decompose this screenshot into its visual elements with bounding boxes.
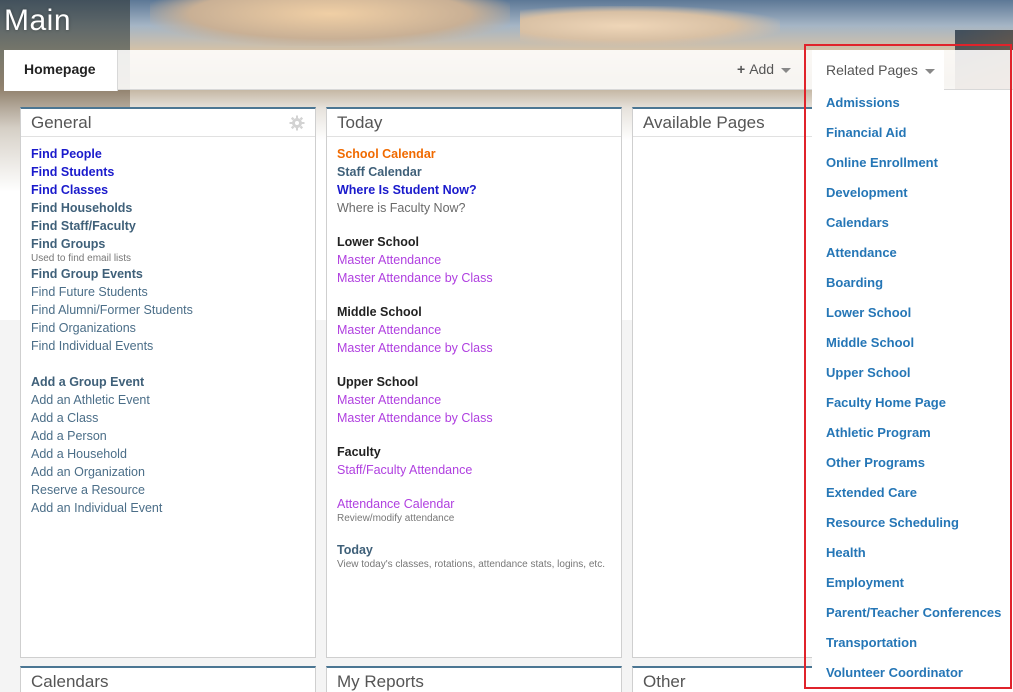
menu-item-lower-school[interactable]: Lower School — [826, 305, 911, 320]
find-classes-link[interactable]: Find Classes — [31, 181, 305, 199]
find-group-events-link[interactable]: Find Group Events — [31, 265, 305, 283]
find-groups-link[interactable]: Find Groups — [31, 235, 305, 253]
related-pages-menu: Admissions Financial Aid Online Enrollme… — [812, 90, 1013, 692]
menu-item-middle-school[interactable]: Middle School — [826, 335, 914, 350]
lower-attendance-by-class-link[interactable]: Master Attendance by Class — [337, 269, 611, 287]
menu-item-athletic-program[interactable]: Athletic Program — [826, 425, 931, 440]
upper-attendance-by-class-link[interactable]: Master Attendance by Class — [337, 409, 611, 427]
menu-item-resource-scheduling[interactable]: Resource Scheduling — [826, 515, 959, 530]
panel-title: Today — [327, 109, 621, 137]
gear-icon[interactable] — [289, 115, 305, 131]
general-panel: General Find People Find Students Find C… — [20, 107, 316, 658]
plus-icon: + — [737, 61, 746, 77]
today-link[interactable]: Today — [337, 541, 611, 559]
menu-item-extended-care[interactable]: Extended Care — [826, 485, 917, 500]
where-is-faculty-link[interactable]: Where is Faculty Now? — [337, 199, 611, 217]
upper-school-heading: Upper School — [337, 375, 419, 389]
find-staff-faculty-link[interactable]: Find Staff/Faculty — [31, 217, 305, 235]
faculty-heading: Faculty — [337, 445, 381, 459]
menu-item-health[interactable]: Health — [826, 545, 866, 560]
menu-item-parent-teacher-conferences[interactable]: Parent/Teacher Conferences — [826, 605, 1001, 620]
related-pages-label: Related Pages — [826, 62, 918, 78]
find-people-link[interactable]: Find People — [31, 145, 305, 163]
attendance-calendar-note: Review/modify attendance — [337, 513, 455, 524]
menu-item-calendars[interactable]: Calendars — [826, 215, 889, 230]
staff-faculty-attendance-link[interactable]: Staff/Faculty Attendance — [337, 461, 611, 479]
chevron-down-icon — [781, 67, 792, 73]
menu-item-employment[interactable]: Employment — [826, 575, 904, 590]
lower-school-heading: Lower School — [337, 235, 419, 249]
staff-calendar-link[interactable]: Staff Calendar — [337, 163, 611, 181]
add-person-link[interactable]: Add a Person — [31, 427, 305, 445]
menu-item-online-enrollment[interactable]: Online Enrollment — [826, 155, 938, 170]
find-households-link[interactable]: Find Households — [31, 199, 305, 217]
find-organizations-link[interactable]: Find Organizations — [31, 319, 305, 337]
panel-title: General — [21, 109, 315, 137]
my-reports-panel: My Reports — [326, 666, 622, 692]
panel-title: Calendars — [21, 668, 315, 692]
menu-item-volunteer-coordinator[interactable]: Volunteer Coordinator — [826, 665, 963, 680]
menu-item-financial-aid[interactable]: Financial Aid — [826, 125, 906, 140]
page-title: Main — [4, 4, 72, 37]
add-class-link[interactable]: Add a Class — [31, 409, 305, 427]
menu-item-faculty-home-page[interactable]: Faculty Home Page — [826, 395, 946, 410]
add-button[interactable]: + Add — [737, 61, 792, 77]
add-athletic-event-link[interactable]: Add an Athletic Event — [31, 391, 305, 409]
reserve-resource-link[interactable]: Reserve a Resource — [31, 481, 305, 499]
menu-item-other-programs[interactable]: Other Programs — [826, 455, 925, 470]
school-calendar-link[interactable]: School Calendar — [337, 145, 611, 163]
banner-cloud — [520, 6, 780, 46]
upper-master-attendance-link[interactable]: Master Attendance — [337, 391, 611, 409]
menu-item-development[interactable]: Development — [826, 185, 908, 200]
where-is-student-link[interactable]: Where Is Student Now? — [337, 181, 611, 199]
tab-homepage[interactable]: Homepage — [4, 50, 118, 91]
find-future-students-link[interactable]: Find Future Students — [31, 283, 305, 301]
find-individual-events-link[interactable]: Find Individual Events — [31, 337, 305, 355]
panel-title: My Reports — [327, 668, 621, 692]
add-organization-link[interactable]: Add an Organization — [31, 463, 305, 481]
menu-item-admissions[interactable]: Admissions — [826, 95, 900, 110]
today-note: View today's classes, rotations, attenda… — [337, 559, 605, 570]
find-students-link[interactable]: Find Students — [31, 163, 305, 181]
menu-item-attendance[interactable]: Attendance — [826, 245, 897, 260]
add-household-link[interactable]: Add a Household — [31, 445, 305, 463]
menu-item-boarding[interactable]: Boarding — [826, 275, 883, 290]
add-button-label: Add — [749, 61, 775, 77]
lower-master-attendance-link[interactable]: Master Attendance — [337, 251, 611, 269]
add-group-event-link[interactable]: Add a Group Event — [31, 373, 305, 391]
add-individual-event-link[interactable]: Add an Individual Event — [31, 499, 305, 517]
chevron-down-icon — [924, 68, 935, 74]
menu-item-transportation[interactable]: Transportation — [826, 635, 917, 650]
related-pages-button[interactable]: Related Pages — [812, 50, 944, 90]
middle-master-attendance-link[interactable]: Master Attendance — [337, 321, 611, 339]
menu-item-upper-school[interactable]: Upper School — [826, 365, 911, 380]
middle-school-heading: Middle School — [337, 305, 422, 319]
attendance-calendar-link[interactable]: Attendance Calendar — [337, 495, 611, 513]
today-panel: Today School Calendar Staff Calendar Whe… — [326, 107, 622, 658]
banner-cloud — [150, 0, 510, 46]
middle-attendance-by-class-link[interactable]: Master Attendance by Class — [337, 339, 611, 357]
find-alumni-link[interactable]: Find Alumni/Former Students — [31, 301, 305, 319]
calendars-panel: Calendars — [20, 666, 316, 692]
find-groups-note: Used to find email lists — [31, 253, 132, 264]
